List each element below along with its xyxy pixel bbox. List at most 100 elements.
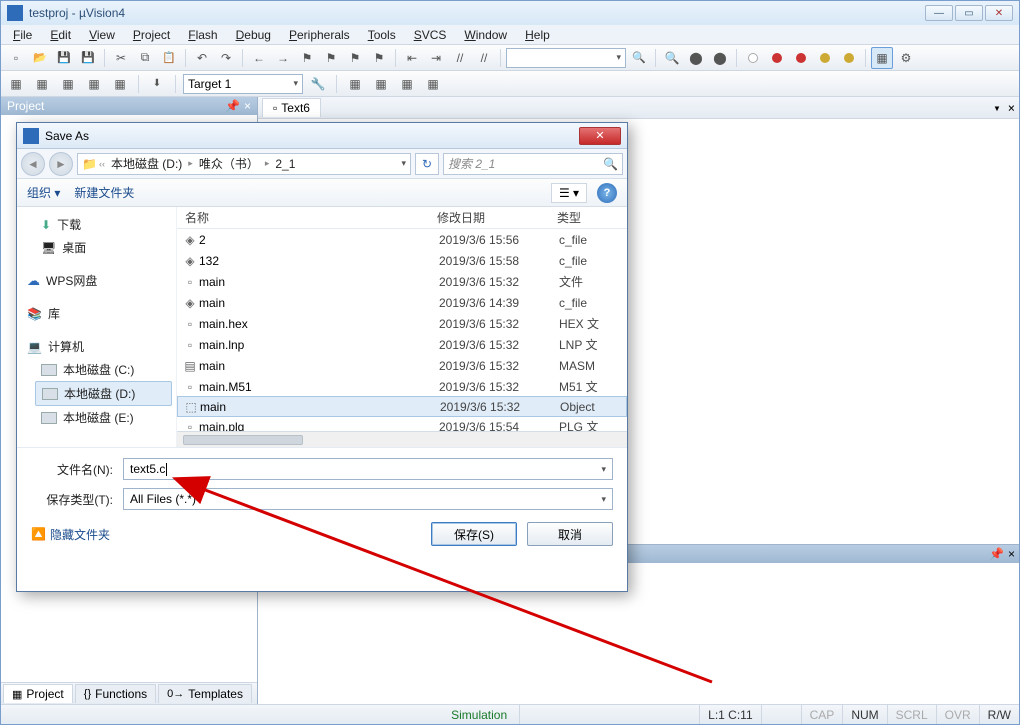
minimize-button[interactable]: — <box>925 5 953 21</box>
hide-folders-link[interactable]: 🔼 隐藏文件夹 <box>31 526 110 543</box>
download-button[interactable] <box>146 73 168 95</box>
help-button[interactable]: ? <box>597 183 617 203</box>
cut-button[interactable] <box>110 47 132 69</box>
dot5[interactable] <box>838 47 860 69</box>
uncomment-button[interactable]: // <box>473 47 495 69</box>
new-folder-button[interactable]: 新建文件夹 <box>74 184 134 201</box>
tab-project[interactable]: ▦ Project <box>3 684 73 703</box>
menu-file[interactable]: File <box>5 26 40 44</box>
output-pin-icon[interactable]: 📌 <box>989 547 1004 561</box>
bookmark-prev-button[interactable]: ⚑ <box>320 47 342 69</box>
undo-button[interactable] <box>191 47 213 69</box>
doc-tab-text6[interactable]: ▫ Text6 <box>262 98 321 117</box>
menu-project[interactable]: Project <box>125 26 178 44</box>
file-row[interactable]: ▫main.M512019/3/6 15:32M51 文 <box>177 376 627 397</box>
doc-tabs-dropdown[interactable]: ▾ × <box>989 101 1019 115</box>
close-button[interactable]: ✕ <box>985 5 1013 21</box>
organize-button[interactable]: 组织 ▾ <box>27 184 60 201</box>
file-row[interactable]: ▫main.hex2019/3/6 15:32HEX 文 <box>177 313 627 334</box>
save-file-button[interactable] <box>53 47 75 69</box>
manage-button[interactable]: ▦ <box>344 73 366 95</box>
rebuild-button[interactable] <box>57 73 79 95</box>
tree-item[interactable]: WPS网盘 <box>21 269 172 292</box>
dot3[interactable] <box>790 47 812 69</box>
batch-build-button[interactable]: ▦ <box>83 73 105 95</box>
bookmark-button[interactable]: ⚑ <box>296 47 318 69</box>
search-input[interactable]: 搜索 2_1 🔍 <box>443 153 623 175</box>
tree-item[interactable]: 下载 <box>35 213 172 236</box>
crumb-1[interactable]: 本地磁盘 (D:) <box>107 155 186 172</box>
panel-close-icon[interactable]: × <box>244 99 251 113</box>
tab-templates[interactable]: 0→ Templates <box>158 684 252 703</box>
horizontal-scrollbar[interactable] <box>177 431 627 447</box>
debug-break-button[interactable]: ⬤ <box>685 47 707 69</box>
debug-start-button[interactable]: 🔍 <box>661 47 683 69</box>
view-mode-button[interactable]: ☰ ▾ <box>551 183 587 203</box>
menu-tools[interactable]: Tools <box>360 26 404 44</box>
tree-item[interactable]: 本地磁盘 (E:) <box>35 406 172 429</box>
menu-flash[interactable]: Flash <box>180 26 225 44</box>
col-type[interactable]: 类型 <box>557 209 627 226</box>
manage2-button[interactable]: ▦ <box>370 73 392 95</box>
crumb-2[interactable]: 唯众（书） <box>195 155 263 172</box>
menu-help[interactable]: Help <box>517 26 558 44</box>
options-button[interactable]: 🔧 <box>307 73 329 95</box>
indent-button[interactable]: ⇥ <box>425 47 447 69</box>
manage4-button[interactable]: ▦ <box>422 73 444 95</box>
target-combo[interactable]: Target 1 ▾ <box>183 74 303 94</box>
find-button[interactable] <box>628 47 650 69</box>
breadcrumb[interactable]: 📁 ‹‹ 本地磁盘 (D:) ▸ 唯众（书） ▸ 2_1 ▾ <box>77 153 411 175</box>
build-button[interactable] <box>31 73 53 95</box>
tree-item[interactable]: 计算机 <box>21 335 172 358</box>
indent-left-button[interactable]: ← <box>248 47 270 69</box>
dot4[interactable] <box>814 47 836 69</box>
tree-item[interactable]: 本地磁盘 (C:) <box>35 358 172 381</box>
col-name[interactable]: 名称 <box>177 209 437 226</box>
menu-svcs[interactable]: SVCS <box>406 26 455 44</box>
new-file-button[interactable] <box>5 47 27 69</box>
filetype-select[interactable]: All Files (*.*) ▾ <box>123 488 613 510</box>
file-row[interactable]: ▫main.lnp2019/3/6 15:32LNP 文 <box>177 334 627 355</box>
translate-button[interactable] <box>5 73 27 95</box>
file-row[interactable]: ▫main.plg2019/3/6 15:54PLG 文 <box>177 416 627 431</box>
outdent-button[interactable]: ⇤ <box>401 47 423 69</box>
file-row[interactable]: ◈22019/3/6 15:56c_file <box>177 229 627 250</box>
configure-button[interactable] <box>895 47 917 69</box>
cancel-button[interactable]: 取消 <box>527 522 613 546</box>
dialog-close-button[interactable]: ✕ <box>579 127 621 145</box>
maximize-button[interactable]: ▭ <box>955 5 983 21</box>
manage3-button[interactable]: ▦ <box>396 73 418 95</box>
open-file-button[interactable] <box>29 47 51 69</box>
copy-button[interactable] <box>134 47 156 69</box>
save-all-button[interactable] <box>77 47 99 69</box>
file-row[interactable]: ◈main2019/3/6 14:39c_file <box>177 292 627 313</box>
nav-forward-button[interactable]: ► <box>49 152 73 176</box>
crumb-3[interactable]: 2_1 <box>271 157 299 171</box>
col-date[interactable]: 修改日期 <box>437 209 557 226</box>
paste-button[interactable] <box>158 47 180 69</box>
pin-icon[interactable]: 📌 <box>225 99 240 113</box>
file-row[interactable]: ◈1322019/3/6 15:58c_file <box>177 250 627 271</box>
tree-item[interactable]: 桌面 <box>35 236 172 259</box>
dot2[interactable] <box>766 47 788 69</box>
file-row[interactable]: ▫main2019/3/6 15:32文件 <box>177 271 627 292</box>
refresh-button[interactable]: ↻ <box>415 153 439 175</box>
file-row[interactable]: ⬚main2019/3/6 15:32Object <box>177 396 627 417</box>
menu-window[interactable]: Window <box>456 26 515 44</box>
menu-debug[interactable]: Debug <box>228 26 279 44</box>
menu-view[interactable]: View <box>81 26 123 44</box>
filename-input[interactable]: text5.c ▾ <box>123 458 613 480</box>
tab-functions[interactable]: {} Functions <box>75 684 156 703</box>
redo-button[interactable] <box>215 47 237 69</box>
bookmark-clear-button[interactable]: ⚑ <box>368 47 390 69</box>
comment-button[interactable]: // <box>449 47 471 69</box>
tree-item[interactable]: 库 <box>21 302 172 325</box>
output-close-icon[interactable]: × <box>1008 547 1015 561</box>
file-row[interactable]: ▤main2019/3/6 15:32MASM <box>177 355 627 376</box>
bookmark-next-button[interactable]: ⚑ <box>344 47 366 69</box>
dot1[interactable] <box>742 47 764 69</box>
nav-back-button[interactable]: ◄ <box>21 152 45 176</box>
find-combo[interactable]: ▾ <box>506 48 626 68</box>
debug-stop-button[interactable]: ⬤ <box>709 47 731 69</box>
menu-peripherals[interactable]: Peripherals <box>281 26 358 44</box>
